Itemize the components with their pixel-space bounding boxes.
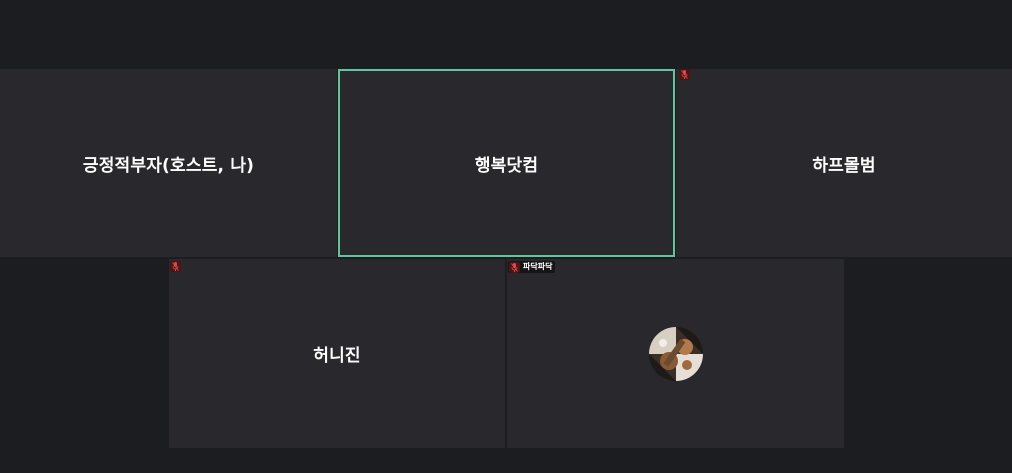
participant-name-chip: 파닥파닥 bbox=[508, 261, 556, 273]
microphone-muted-icon bbox=[170, 261, 181, 272]
participant-name: 하프몰범 bbox=[812, 155, 876, 176]
microphone-muted-icon bbox=[509, 261, 520, 273]
participant-tile-3[interactable]: 하프몰범 bbox=[676, 69, 1012, 257]
participant-name-label: 파닥파닥 bbox=[523, 262, 553, 271]
participant-tile-4[interactable]: 허니진 bbox=[169, 259, 505, 448]
participant-tile-2-active-speaker[interactable]: 행복닷컴 bbox=[338, 69, 675, 257]
participant-name: 행복닷컴 bbox=[474, 155, 539, 176]
participant-name: 긍정적부자(호스트, 나) bbox=[82, 155, 255, 176]
participant-tile-5[interactable] bbox=[507, 259, 844, 448]
video-gallery: 긍정적부자(호스트, 나) 행복닷컴 하프몰범 허니진 파닥파닥 bbox=[0, 0, 1012, 473]
microphone-muted-icon bbox=[679, 69, 690, 80]
participant-name: 허니진 bbox=[313, 346, 361, 366]
participant-avatar bbox=[648, 326, 703, 381]
participant-tile-1[interactable]: 긍정적부자(호스트, 나) bbox=[0, 69, 337, 257]
